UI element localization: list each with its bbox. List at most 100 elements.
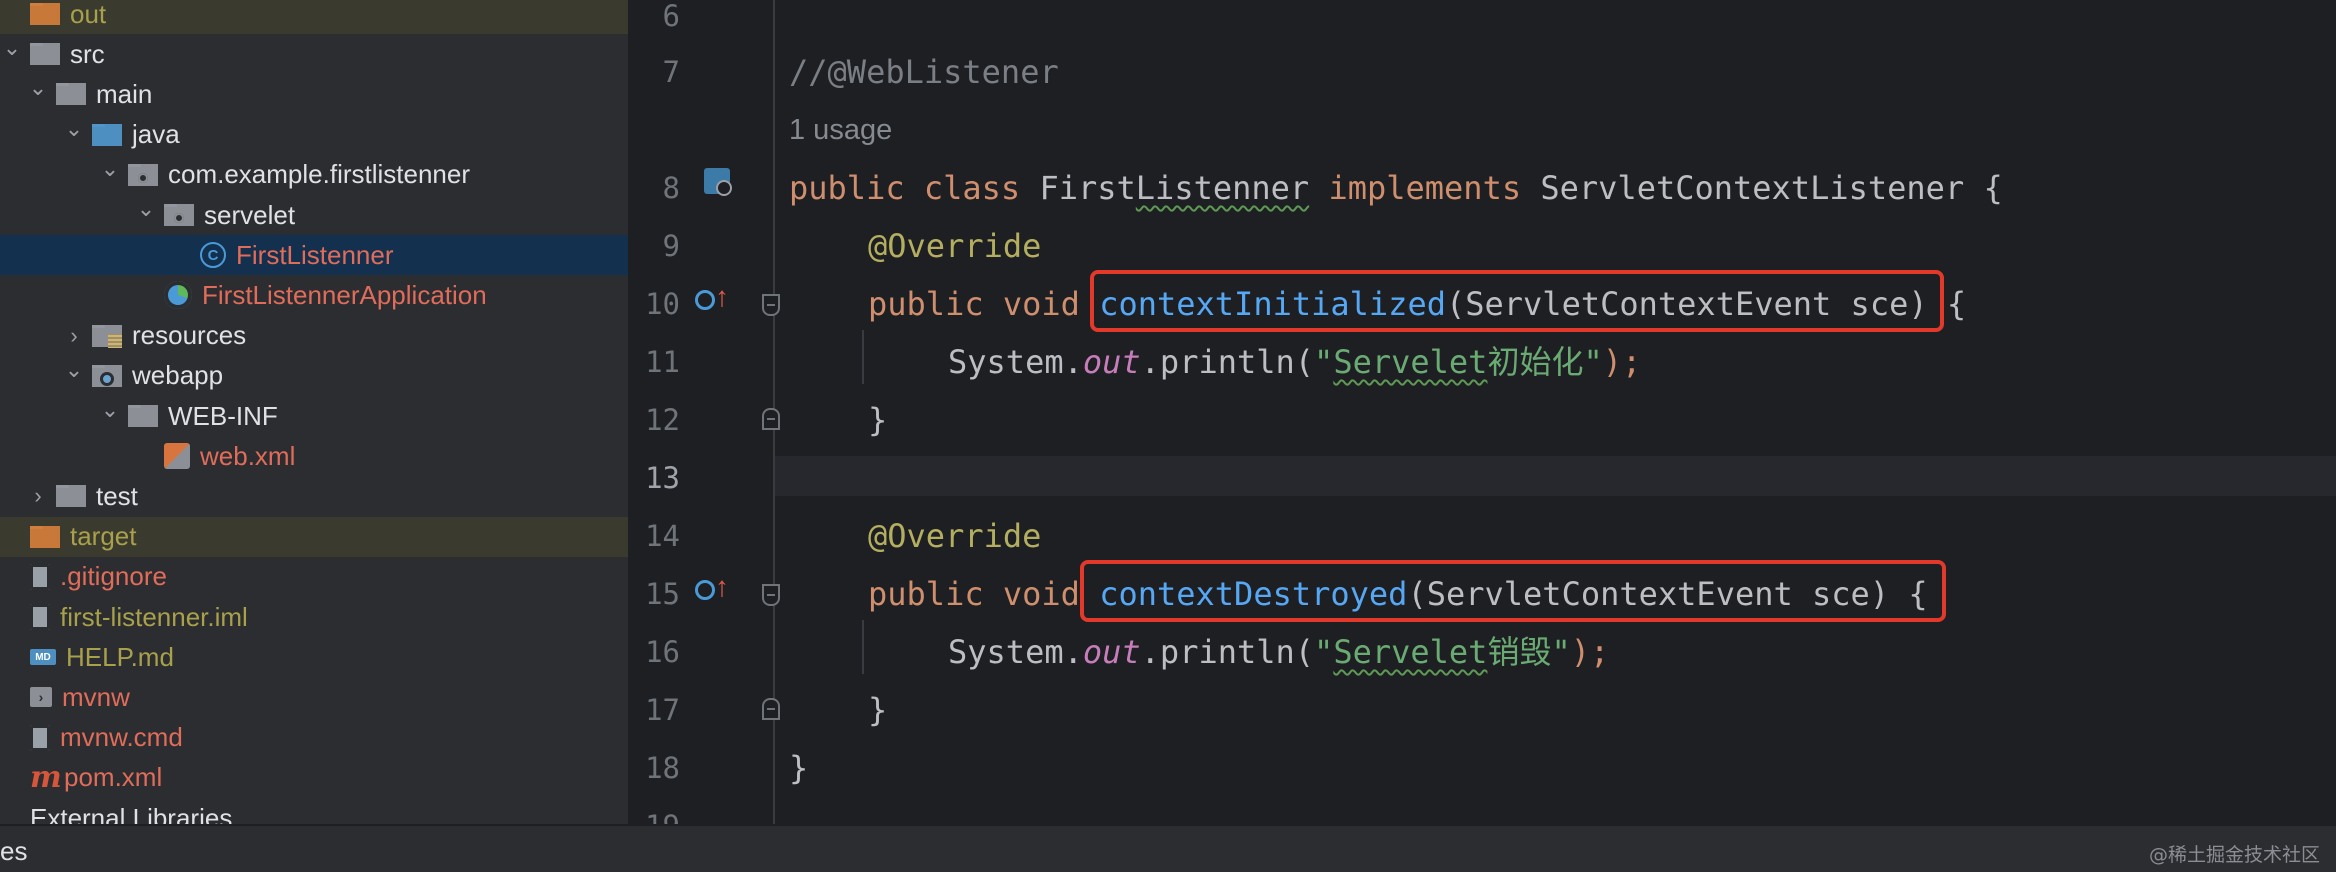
- brace: }: [868, 401, 888, 439]
- line-number: 7: [662, 55, 680, 89]
- chevron-down-icon[interactable]: ⌄: [62, 357, 86, 383]
- override-method-icon[interactable]: ↑: [695, 282, 735, 316]
- folder-icon: [30, 525, 60, 548]
- project-tree: ·out⌄src⌄main⌄java⌄com.example.firstlist…: [0, 0, 628, 824]
- chevron-down-icon[interactable]: ⌄: [62, 116, 86, 142]
- line-number: 16: [645, 635, 680, 669]
- statement-end: );: [1602, 343, 1642, 381]
- tree-item[interactable]: › resources: [0, 316, 628, 356]
- chevron-down-icon[interactable]: ⌄: [26, 75, 50, 101]
- tree-item-label: first-listenner.iml: [60, 601, 248, 632]
- code-line-7[interactable]: //@WebListener: [789, 52, 1059, 92]
- object-ref: System.: [948, 633, 1083, 671]
- folder-icon: [30, 3, 60, 25]
- tree-item-label: src: [70, 38, 105, 69]
- chevron-down-icon[interactable]: ⌄: [98, 156, 122, 182]
- line-number: 8: [662, 171, 680, 205]
- tree-item[interactable]: › test: [0, 476, 628, 516]
- fold-collapse-icon[interactable]: [762, 294, 780, 316]
- override-method-icon[interactable]: ↑: [695, 572, 735, 606]
- line-number: 10: [645, 287, 680, 321]
- keyword: void: [1002, 575, 1080, 613]
- interface-name: ServletContextListener: [1540, 169, 1965, 207]
- file-icon: [30, 563, 50, 590]
- code-line-9[interactable]: @Override: [868, 226, 1041, 266]
- static-field: out: [1082, 633, 1141, 671]
- tree-item-label: webapp: [132, 360, 224, 391]
- tree-item[interactable]: ·.gitignore: [0, 557, 628, 597]
- line-number: 6: [662, 0, 680, 33]
- tree-item-label: WEB-INF: [168, 400, 278, 431]
- tree-item-label: pom.xml: [64, 762, 163, 793]
- tree-item-label: test: [96, 480, 138, 511]
- tree-item[interactable]: ·›mvnw: [0, 677, 628, 717]
- keyword: implements: [1328, 169, 1522, 207]
- chevron-down-icon[interactable]: ⌄: [0, 35, 24, 61]
- tree-item[interactable]: ⌄ main: [0, 74, 628, 114]
- code-line-17[interactable]: }: [868, 690, 887, 730]
- tree-item[interactable]: ⌄ src: [0, 34, 628, 74]
- tree-item[interactable]: ·web.xml: [0, 436, 628, 476]
- current-line-highlight: [775, 456, 2336, 496]
- fold-collapse-icon[interactable]: [762, 584, 780, 606]
- tree-item[interactable]: ⌄ WEB-INF: [0, 396, 628, 436]
- chevron-down-icon[interactable]: ⌄: [98, 397, 122, 423]
- maven-icon: m: [30, 759, 62, 795]
- code-line-16[interactable]: System.out.println("Servelet销毁");: [948, 632, 1609, 672]
- tree-item[interactable]: ·first-listenner.iml: [0, 597, 628, 637]
- tree-item[interactable]: ·External Libraries: [0, 798, 628, 825]
- tree-item[interactable]: ·target: [0, 516, 628, 557]
- folder-icon: [56, 485, 86, 508]
- line-number: 15: [645, 577, 680, 611]
- string-literal: "Servelet销毁": [1314, 633, 1571, 671]
- tree-item-label: target: [70, 521, 137, 552]
- tree-item-label: com.example.firstlistenner: [168, 159, 470, 190]
- file-icon: [30, 604, 50, 630]
- code-line-14[interactable]: @Override: [868, 516, 1041, 556]
- keyword: public: [789, 169, 905, 207]
- line-number: 14: [645, 519, 680, 553]
- code-line-18[interactable]: }: [789, 748, 808, 788]
- code-line-11[interactable]: System.out.println("Servelet初始化");: [948, 342, 1641, 382]
- keyword: void: [1002, 285, 1080, 323]
- method-call: .println(: [1140, 343, 1315, 381]
- fold-expand-icon[interactable]: [762, 408, 780, 430]
- package-icon: [128, 163, 158, 186]
- folder-icon: [128, 405, 158, 427]
- code-line-8[interactable]: public class FirstListenner implements S…: [789, 168, 2003, 208]
- tree-item[interactable]: ·out: [0, 0, 628, 34]
- bottom-tool-bar: es @稀土掘金技术社区: [0, 824, 2336, 872]
- chevron-right-icon[interactable]: ›: [62, 323, 86, 349]
- tree-item[interactable]: ·FirstListennerApplication: [0, 275, 628, 315]
- statement-end: );: [1570, 633, 1610, 671]
- code-editor[interactable]: [775, 0, 2336, 824]
- tree-item[interactable]: ⌄ java: [0, 115, 628, 155]
- tree-item[interactable]: ⌄ servelet: [0, 195, 628, 235]
- markdown-file-icon: MD: [30, 649, 56, 666]
- tree-item[interactable]: ·mvnw.cmd: [0, 718, 628, 758]
- tool-window-label[interactable]: es: [0, 836, 27, 867]
- code-line-12[interactable]: }: [868, 400, 887, 440]
- tree-item-label: FirstListenner: [236, 239, 394, 270]
- folder-icon: [92, 324, 122, 348]
- tree-item[interactable]: ·mpom.xml: [0, 758, 628, 798]
- tree-item[interactable]: ⌄ com.example.firstlistenner: [0, 155, 628, 195]
- usage-hint[interactable]: 1 usage: [789, 110, 892, 150]
- indent-guide: [862, 620, 864, 674]
- chevron-down-icon[interactable]: ⌄: [134, 196, 158, 222]
- line-number: 13: [645, 461, 680, 495]
- string-literal: "Servelet初始化": [1314, 343, 1603, 381]
- tree-item[interactable]: ·MDHELP.md: [0, 637, 628, 677]
- keyword: public: [868, 575, 984, 613]
- folder-icon: [92, 123, 122, 146]
- tree-item[interactable]: ·CFirstListenner: [0, 235, 628, 276]
- chevron-right-icon[interactable]: ›: [26, 483, 50, 509]
- keyword: class: [923, 169, 1021, 207]
- tree-item[interactable]: ⌄ webapp: [0, 356, 628, 396]
- class-name: FirstListenner: [1039, 169, 1310, 207]
- fold-expand-icon[interactable]: [762, 698, 780, 720]
- line-number: 12: [645, 403, 680, 437]
- comment: //@WebListener: [789, 53, 1059, 91]
- implements-interface-icon[interactable]: [700, 166, 734, 200]
- tree-item-label: resources: [132, 320, 247, 351]
